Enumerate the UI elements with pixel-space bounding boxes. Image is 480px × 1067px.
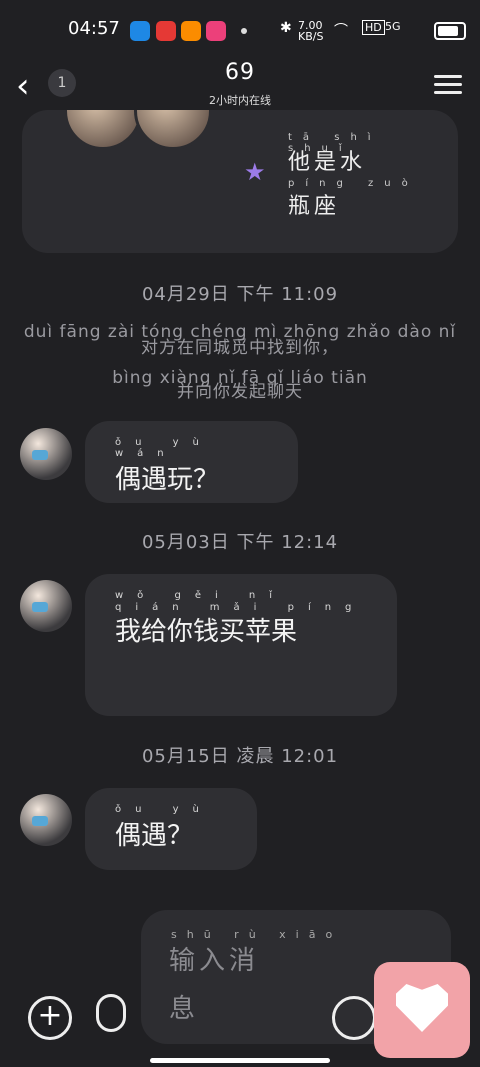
- hd-badge: HD: [362, 20, 385, 35]
- notification-dot: [241, 28, 247, 34]
- microphone-icon[interactable]: [96, 994, 126, 1032]
- chat-title: 69: [225, 60, 255, 85]
- message-text-3: 偶遇？: [115, 821, 194, 851]
- input-placeholder-1: 输入消: [169, 946, 260, 976]
- message-bubble-3: ǒu yù 偶遇？: [85, 788, 257, 870]
- message-bubble-1: ǒu yù wán 偶遇玩？: [85, 421, 298, 503]
- timestamp-1: 04月29日 下午 11:09: [141, 284, 339, 305]
- avatar[interactable]: [20, 580, 72, 632]
- message-pinyin-3: ǒu yù: [115, 804, 213, 815]
- message-pinyin-2: wǒ gěi nǐ qián mǎi píng: [115, 590, 366, 613]
- menu-icon[interactable]: [434, 70, 462, 99]
- timestamp-3: 05月15日 凌晨 12:01: [141, 746, 339, 767]
- app-icon-2: [156, 21, 176, 41]
- heart-icon[interactable]: [374, 962, 470, 1058]
- message-text-1: 偶遇玩？: [115, 465, 220, 495]
- status-bar: 04:57 ✱ 7.00 KB/S ⌒ HD 5G: [0, 0, 480, 60]
- avatar[interactable]: [20, 428, 72, 480]
- star-icon: ★: [244, 158, 266, 186]
- sign-line-1: 他是水: [288, 150, 367, 175]
- battery-icon: [434, 22, 466, 40]
- notice-line-2: 并向你发起聊天: [177, 382, 303, 402]
- message-text-2: 我给你钱买苹果: [115, 617, 298, 647]
- input-placeholder-2: 息: [169, 994, 196, 1024]
- notice-line-1: 对方在同城觅中找到你，: [141, 338, 339, 358]
- timestamp-2: 05月03日 下午 12:14: [141, 532, 339, 553]
- plus-icon[interactable]: +: [28, 996, 72, 1040]
- online-status: 2小时内在线: [209, 94, 271, 107]
- message-bubble-2: wǒ gěi nǐ qián mǎi píng 我给你钱买苹果: [85, 574, 397, 716]
- message-pinyin-1: ǒu yù wán: [115, 437, 213, 459]
- bluetooth-icon: ✱: [280, 20, 292, 36]
- profile-photo-2: [134, 110, 212, 150]
- sign-line-2: 瓶座: [288, 194, 341, 219]
- emoji-icon[interactable]: [332, 996, 376, 1040]
- wifi-icon: ⌒: [334, 23, 348, 39]
- app-icon-4: [206, 21, 226, 41]
- profile-card: ★ tā shì shuǐ 他是水 píng zuò 瓶座: [22, 110, 458, 253]
- avatar[interactable]: [20, 794, 72, 846]
- profile-photo-1: [64, 110, 142, 150]
- app-icon-1: [130, 21, 150, 41]
- home-indicator: [150, 1058, 330, 1063]
- signal-icon: 5G: [385, 20, 401, 33]
- chat-header: ‹ 1 69 2小时内在线: [0, 60, 480, 115]
- speed-label: 7.00 KB/S: [298, 19, 324, 43]
- app-icon-3: [181, 21, 201, 41]
- status-time: 04:57: [68, 18, 120, 39]
